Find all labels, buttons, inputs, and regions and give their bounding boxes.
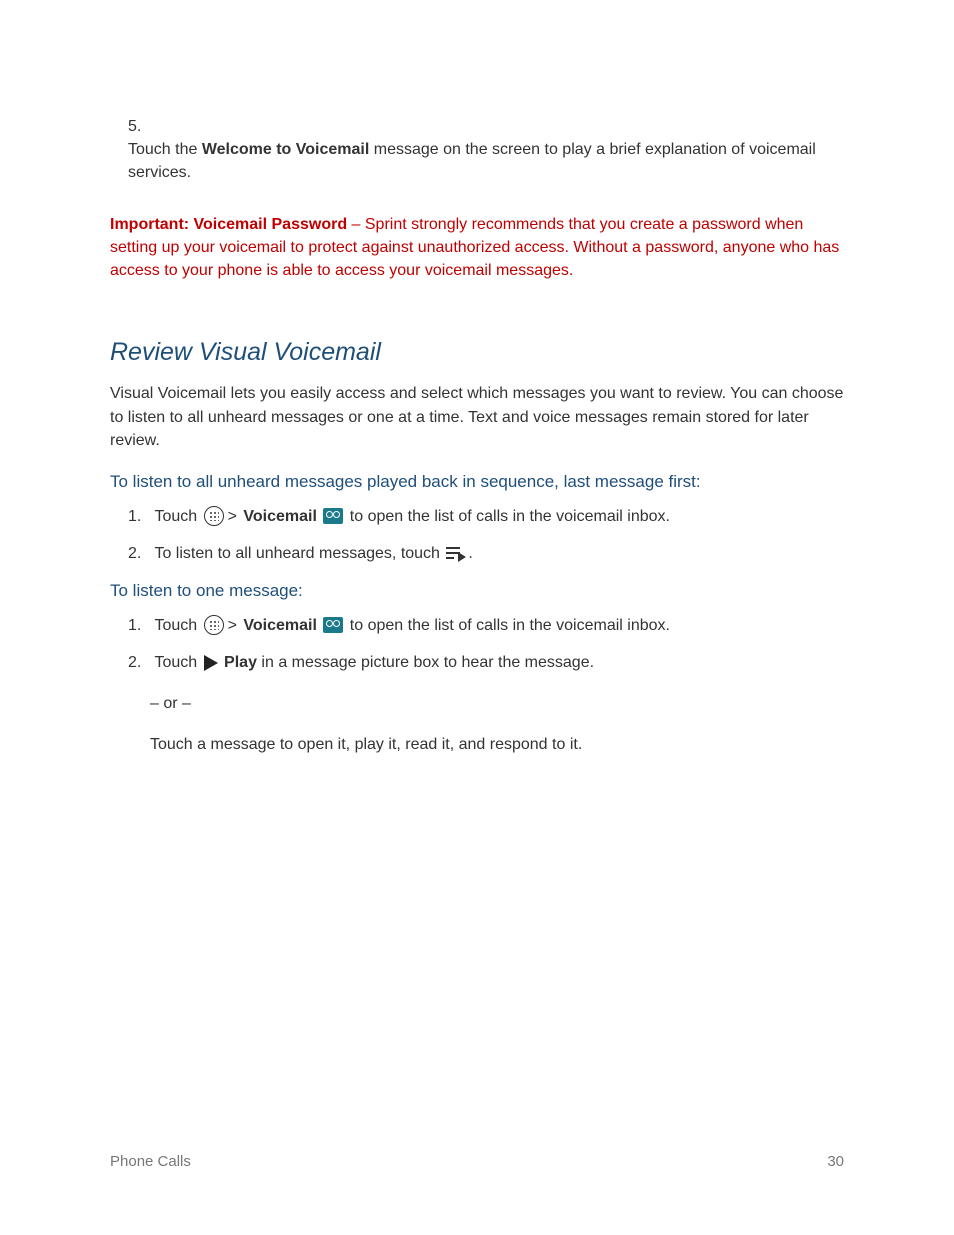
- touch-text: Touch: [154, 617, 201, 634]
- list-1-item-2-body: To listen to all unheard messages, touch…: [154, 542, 834, 565]
- list-2-item-2-body: Touch Play in a message picture box to h…: [154, 651, 834, 674]
- important-bold: Important: Voicemail Password: [110, 216, 347, 233]
- list-2-item-1-num: 1.: [128, 614, 150, 637]
- important-block: Important: Voicemail Password – Sprint s…: [110, 213, 844, 283]
- section-title: Review Visual Voicemail: [110, 334, 844, 370]
- step-5-body: Touch the Welcome to Voicemail message o…: [128, 138, 818, 184]
- list-play-icon: [446, 547, 466, 561]
- pre-text: To listen to all unheard messages, touch: [154, 545, 444, 562]
- list-2: 1. Touch > Voicemail to open the list of…: [128, 614, 844, 674]
- list-2-item-1-body: Touch > Voicemail to open the list of ca…: [154, 614, 834, 637]
- step-5-bold: Welcome to Voicemail: [202, 141, 369, 158]
- apps-icon: [204, 506, 224, 526]
- list-1-item-1: 1. Touch > Voicemail to open the list of…: [128, 505, 844, 528]
- list-1-item-1-num: 1.: [128, 505, 150, 528]
- gt-separator: >: [228, 617, 237, 634]
- apps-icon: [204, 615, 224, 635]
- list-1-item-2-num: 2.: [128, 542, 150, 565]
- play-icon: [204, 655, 218, 671]
- period: .: [468, 545, 472, 562]
- rest-text: to open the list of calls in the voicema…: [345, 617, 670, 634]
- list-1-item-1-body: Touch > Voicemail to open the list of ca…: [154, 505, 834, 528]
- voicemail-icon: [323, 617, 343, 633]
- rest-text: to open the list of calls in the voicema…: [345, 508, 670, 525]
- list-2-item-1: 1. Touch > Voicemail to open the list of…: [128, 614, 844, 637]
- rest-text: in a message picture box to hear the mes…: [257, 654, 594, 671]
- list-1: 1. Touch > Voicemail to open the list of…: [128, 505, 844, 565]
- touch-text: Touch: [154, 654, 201, 671]
- respond-text: Touch a message to open it, play it, rea…: [150, 733, 844, 756]
- voicemail-bold: Voicemail: [243, 508, 317, 525]
- voicemail-icon: [323, 508, 343, 524]
- footer-left: Phone Calls: [110, 1151, 191, 1173]
- subheading-2: To listen to one message:: [110, 579, 844, 604]
- or-separator: – or –: [150, 692, 844, 715]
- list-2-item-2: 2. Touch Play in a message picture box t…: [128, 651, 844, 674]
- step-5-pre: Touch the: [128, 141, 202, 158]
- gt-separator: >: [228, 508, 237, 525]
- step-5: 5. Touch the Welcome to Voicemail messag…: [128, 115, 844, 185]
- touch-text: Touch: [154, 508, 201, 525]
- page-footer: Phone Calls 30: [110, 1151, 844, 1173]
- voicemail-bold: Voicemail: [243, 617, 317, 634]
- list-1-item-2: 2. To listen to all unheard messages, to…: [128, 542, 844, 565]
- footer-page-number: 30: [827, 1151, 844, 1173]
- subheading-1: To listen to all unheard messages played…: [110, 470, 844, 495]
- list-2-item-2-num: 2.: [128, 651, 150, 674]
- step-5-number: 5.: [128, 115, 150, 138]
- play-bold: Play: [224, 654, 257, 671]
- section-intro: Visual Voicemail lets you easily access …: [110, 382, 844, 452]
